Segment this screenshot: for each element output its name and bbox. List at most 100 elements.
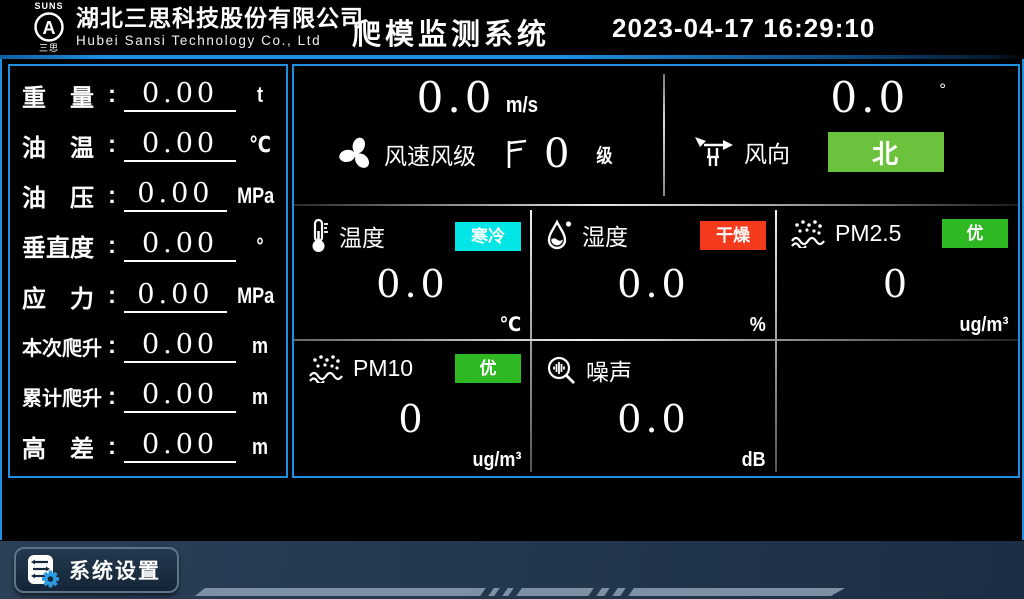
wind-direction-reading-button[interactable]: 北 <box>828 132 944 172</box>
measure-value: 0.00 <box>124 179 227 212</box>
sensor-value: 0.0 <box>294 262 531 306</box>
measure-label: 本次爬升 <box>22 332 108 361</box>
sensor-value: 0 <box>776 262 1018 306</box>
measure-unit: MPa <box>237 183 274 209</box>
grid-divider <box>775 210 777 472</box>
sensor-unit: ug/m³ <box>959 314 1008 337</box>
company-name-en: Hubei Sansi Technology Co., Ltd <box>76 32 364 50</box>
wind-speed-unit: m/s <box>506 92 538 118</box>
taskbar-decorative-stripe <box>195 588 845 596</box>
wind-row: 0.0 m/s <box>294 66 1018 204</box>
sensor-card-noise: 噪声 0.0 dB <box>531 341 776 476</box>
company-name: 湖北三思科技股份有限公司 Hubei Sansi Technology Co.,… <box>76 4 364 50</box>
wind-level-value: 0 <box>544 132 573 176</box>
climbing-formwork-monitor-app: SUNS A 三思 湖北三思科技股份有限公司 Hubei Sansi Techn… <box>0 0 1024 599</box>
measure-row-oil-temp: 油 温: 0.00 ℃ <box>10 120 286 170</box>
wind-speed-section: 0.0 m/s <box>294 66 664 204</box>
measure-value: 0.00 <box>124 280 227 313</box>
noise-icon <box>545 354 577 386</box>
measure-value: 0.00 <box>124 430 236 463</box>
settings-sliders-gear-icon <box>26 552 60 588</box>
status-badge: 优 <box>942 219 1008 248</box>
sensor-value: 0.0 <box>531 397 776 441</box>
logo-sansi-text: 三思 <box>26 43 72 53</box>
measure-label: 垂直度 <box>22 228 108 263</box>
wind-vane-icon <box>692 135 734 169</box>
settings-button[interactable]: 系统设置 <box>14 547 179 593</box>
droplet-icon <box>545 218 573 252</box>
measure-row-current-climb: 本次爬升: 0.00 m <box>10 321 286 371</box>
sensor-card-humidity: 湿度 干燥 0.0 % <box>531 206 776 341</box>
wind-level-unit: 级 <box>597 141 613 168</box>
sensor-name: 湿度 <box>582 218 628 252</box>
logo-circle-icon: A <box>33 11 65 43</box>
measure-label: 重 量 <box>22 78 108 113</box>
wind-speed-value: 0.0 <box>417 74 496 122</box>
measure-value: 0.00 <box>124 229 236 262</box>
measure-value: 0.00 <box>124 330 236 363</box>
sensor-value: 0 <box>294 397 531 441</box>
sensor-name: PM10 <box>353 355 413 382</box>
status-badge: 干燥 <box>700 221 766 250</box>
measurement-panel: 重 量: 0.00 t 油 温: 0.00 ℃ 油 压: 0.00 MPa 垂直… <box>8 64 288 478</box>
company-logo: SUNS A 三思 <box>26 1 72 53</box>
measure-value: 0.00 <box>124 79 236 112</box>
measure-unit: m <box>245 434 275 460</box>
status-badge: 寒冷 <box>455 222 521 251</box>
thermometer-icon <box>308 218 330 254</box>
measure-unit: m <box>245 384 275 410</box>
company-name-cn: 湖北三思科技股份有限公司 <box>76 4 364 32</box>
wind-speed-label: 风速风级 <box>384 137 476 171</box>
page-title: 爬模监测系统 <box>352 11 550 53</box>
wind-level-flag-icon <box>504 138 528 170</box>
sensor-unit: dB <box>742 449 766 472</box>
header: SUNS A 三思 湖北三思科技股份有限公司 Hubei Sansi Techn… <box>0 0 1024 55</box>
measure-value: 0.00 <box>124 380 236 413</box>
sensor-unit: % <box>750 314 766 337</box>
sensor-name: 噪声 <box>586 353 632 387</box>
sensor-card-empty <box>776 341 1018 476</box>
measure-row-stress: 应 力: 0.00 MPa <box>10 271 286 321</box>
measure-label: 油 压 <box>22 178 108 213</box>
measure-unit: ° <box>245 233 275 259</box>
wind-direction-section: 0.0 ° <box>664 66 1018 204</box>
wind-direction-label: 风向 <box>744 135 790 169</box>
content-area: 重 量: 0.00 t 油 温: 0.00 ℃ 油 压: 0.00 MPa 垂直… <box>0 59 1024 540</box>
sensor-card-pm10: PM10 优 0 ug/m³ <box>294 341 531 476</box>
measure-label: 累计爬升 <box>22 382 108 411</box>
sensor-unit: ℃ <box>499 312 521 337</box>
grid-divider <box>294 339 1018 341</box>
taskbar: 系统设置 <box>0 541 1024 599</box>
status-badge: 优 <box>455 354 521 383</box>
datetime-display: 2023-04-17 16:29:10 <box>612 13 875 44</box>
measure-row-weight: 重 量: 0.00 t <box>10 70 286 120</box>
measure-row-height-diff: 高 差: 0.00 m <box>10 422 286 472</box>
settings-button-label: 系统设置 <box>69 555 161 585</box>
dust-icon <box>308 353 344 383</box>
sensor-grid: 温度 寒冷 0.0 ℃ <box>294 206 1018 476</box>
sensor-value: 0.0 <box>531 262 776 306</box>
environment-panel: 0.0 m/s <box>292 64 1020 478</box>
grid-divider <box>530 210 532 472</box>
fan-icon <box>338 136 374 172</box>
logo-suns-text: SUNS <box>26 1 72 11</box>
measure-unit: MPa <box>237 283 274 309</box>
measure-label: 高 差 <box>22 429 108 464</box>
measure-row-total-climb: 累计爬升: 0.00 m <box>10 372 286 422</box>
measure-label: 油 温 <box>22 128 108 163</box>
svg-text:A: A <box>43 18 56 38</box>
measure-unit: ℃ <box>245 132 275 158</box>
measure-row-oil-pressure: 油 压: 0.00 MPa <box>10 171 286 221</box>
sensor-unit: ug/m³ <box>472 449 521 472</box>
measure-value: 0.00 <box>124 129 236 162</box>
sensor-card-pm25: PM2.5 优 0 ug/m³ <box>776 206 1018 341</box>
sensor-name: 温度 <box>339 219 385 253</box>
measure-unit: t <box>245 82 275 108</box>
dust-icon <box>790 218 826 248</box>
sensor-card-temperature: 温度 寒冷 0.0 ℃ <box>294 206 531 341</box>
wind-direction-value: 0.0 <box>830 74 909 122</box>
wind-direction-unit: ° <box>939 80 946 100</box>
measure-label: 应 力 <box>22 279 108 314</box>
measure-row-verticality: 垂直度: 0.00 ° <box>10 221 286 271</box>
measure-unit: m <box>245 333 275 359</box>
